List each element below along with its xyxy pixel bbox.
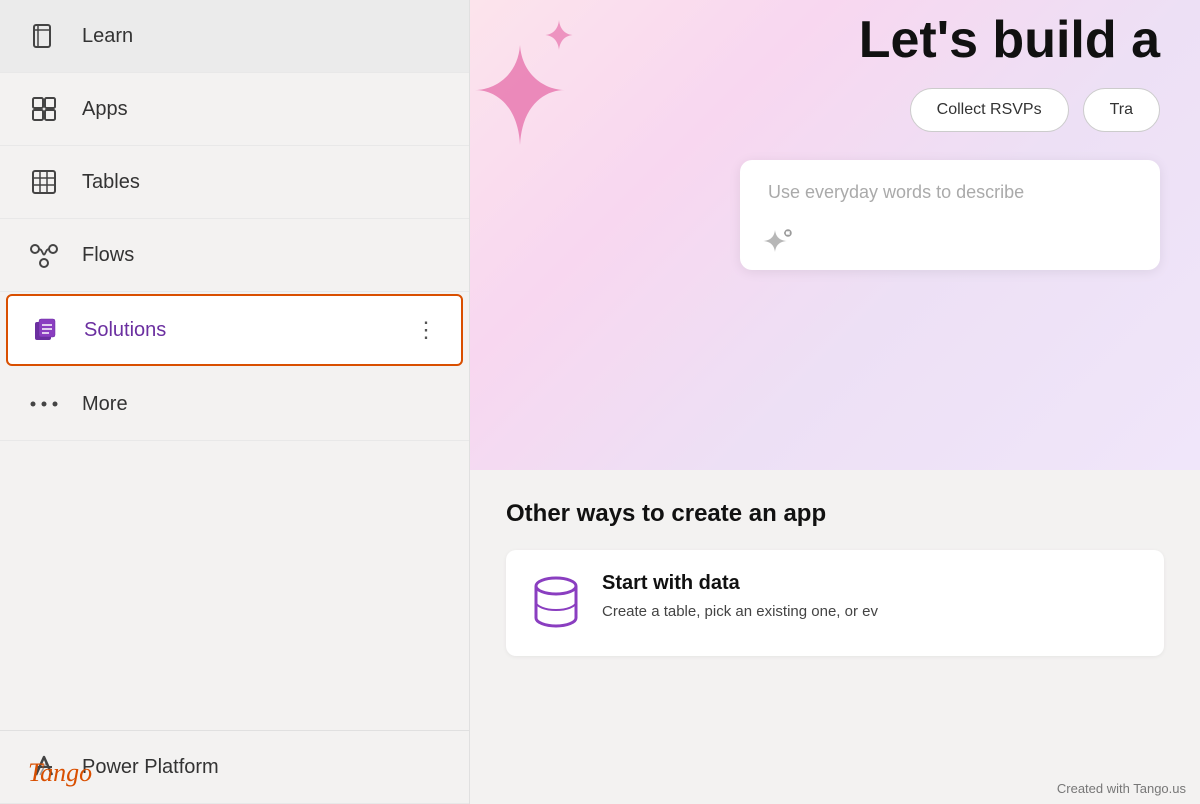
book-icon <box>28 20 60 52</box>
section-title: Other ways to create an app <box>506 500 1164 528</box>
sidebar-item-tables[interactable]: Tables <box>0 146 469 219</box>
created-with-label: Created with Tango.us <box>1057 781 1186 796</box>
sidebar-item-more-label: More <box>82 393 128 416</box>
collect-rsvps-button[interactable]: Collect RSVPs <box>910 88 1069 132</box>
main-content: Let's build a Collect RSVPs Tra Use ever… <box>470 0 1200 804</box>
sidebar-item-learn[interactable]: Learn <box>0 0 469 73</box>
card-content: Start with data Create a table, pick an … <box>602 572 878 624</box>
start-with-data-card[interactable]: Start with data Create a table, pick an … <box>506 550 1164 656</box>
grid-apps-icon <box>28 93 60 125</box>
card-desc: Create a table, pick an existing one, or… <box>602 601 878 624</box>
table-icon <box>28 166 60 198</box>
bottom-section: Other ways to create an app Start with d… <box>470 470 1200 804</box>
ai-input-placeholder: Use everyday words to describe <box>768 182 1024 202</box>
flows-icon <box>28 239 60 271</box>
sidebar-item-solutions[interactable]: Solutions ⋮ <box>6 294 463 366</box>
sidebar-item-flows[interactable]: Flows <box>0 219 469 292</box>
sparkle-small-icon <box>542 18 576 52</box>
ai-sparkle-icon <box>762 228 794 256</box>
sidebar-item-apps-label: Apps <box>82 98 128 121</box>
more-dots-icon <box>28 388 60 420</box>
sidebar-item-learn-label: Learn <box>82 25 133 48</box>
hero-title: Let's build a <box>859 10 1160 70</box>
ai-input-box[interactable]: Use everyday words to describe <box>740 160 1160 270</box>
sidebar-item-tables-label: Tables <box>82 171 140 194</box>
track-button[interactable]: Tra <box>1083 88 1160 132</box>
card-title: Start with data <box>602 572 878 595</box>
sidebar: Learn Apps Tables <box>0 0 470 804</box>
sidebar-item-more[interactable]: More <box>0 368 469 441</box>
tango-logo: Tango <box>28 758 92 788</box>
sidebar-item-flows-label: Flows <box>82 244 134 267</box>
sparkle-large-icon <box>470 40 570 150</box>
solutions-icon <box>30 314 62 346</box>
sidebar-item-solutions-label: Solutions <box>84 319 166 342</box>
hero-section: Let's build a Collect RSVPs Tra Use ever… <box>470 0 1200 470</box>
sidebar-item-apps[interactable]: Apps <box>0 73 469 146</box>
sidebar-item-power-platform-label: Power Platform <box>82 756 219 779</box>
hero-buttons: Collect RSVPs Tra <box>910 88 1160 132</box>
database-icon <box>530 572 582 634</box>
solutions-options-icon[interactable]: ⋮ <box>415 317 439 343</box>
